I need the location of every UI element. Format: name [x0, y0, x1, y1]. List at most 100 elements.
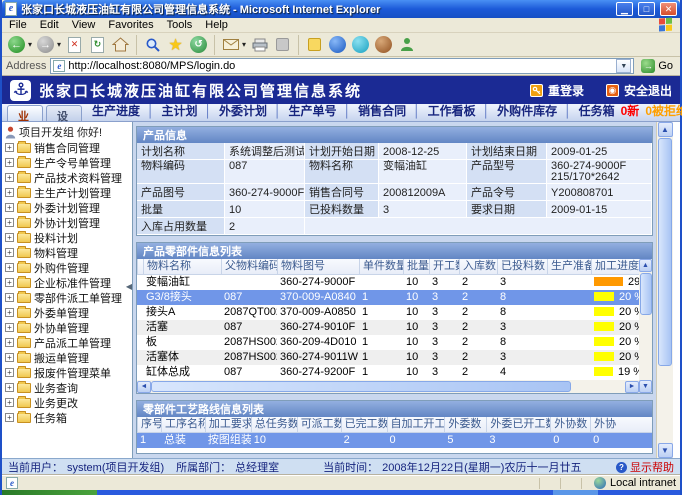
parts-vertical-scrollbar[interactable]: ▲▼ [639, 259, 652, 393]
sidebar-item-task-box[interactable]: +任务箱 [5, 410, 132, 425]
expand-icon[interactable]: + [5, 188, 14, 197]
stop-icon[interactable]: ✕ [65, 35, 84, 54]
mail-dropdown-icon[interactable]: ▾ [242, 40, 246, 49]
sidebar-item-purchased-parts[interactable]: +外购件管理 [5, 260, 132, 275]
address-dropdown-icon[interactable]: ▼ [616, 59, 631, 73]
sidebar-item-parts-dispatch[interactable]: +零部件派工单管理 [5, 290, 132, 305]
start-button-sliver[interactable] [2, 490, 97, 495]
print-icon[interactable] [250, 35, 269, 54]
sidebar-item-scrap-mgmt[interactable]: +报废件管理菜单 [5, 365, 132, 380]
sidebar-item-business-change[interactable]: +业务更改 [5, 395, 132, 410]
nav-production-order[interactable]: 生产单号 [289, 102, 359, 119]
address-input[interactable]: e http://localhost:8080/MPS/login.do ▼ [50, 58, 634, 74]
page-scroll-up-icon[interactable]: ▲ [658, 122, 673, 137]
sidebar-item-assist-order[interactable]: +外协单管理 [5, 320, 132, 335]
back-dropdown-icon[interactable]: ▾ [28, 40, 32, 49]
relogin-button[interactable]: 重登录 [530, 82, 584, 99]
back-icon[interactable]: ← [7, 35, 26, 54]
home-icon[interactable] [111, 35, 130, 54]
sidebar-item-sales-contract[interactable]: +销售合同管理 [5, 140, 132, 155]
logout-button[interactable]: ◉ 安全退出 [606, 82, 672, 99]
nav-sales-contract[interactable]: 销售合同 [358, 102, 428, 119]
messenger-icon[interactable] [397, 35, 416, 54]
menu-file[interactable]: File [9, 19, 27, 31]
sidebar-item-product-dispatch[interactable]: +产品派工单管理 [5, 335, 132, 350]
research-icon[interactable] [374, 35, 393, 54]
expand-icon[interactable]: + [5, 338, 14, 347]
page-scroll-down-icon[interactable]: ▼ [658, 443, 673, 458]
expand-icon[interactable]: + [5, 293, 14, 302]
parts-row[interactable]: 活塞体2087HS002360-274-9011W11032320 % [137, 350, 639, 365]
scroll-down-icon[interactable]: ▼ [639, 380, 652, 393]
minimize-button[interactable]: ▁ [616, 2, 633, 16]
parts-row[interactable]: 接头A2087QT002370-009-A085011032820 % [137, 305, 639, 320]
nav-production-progress[interactable]: 生产进度 [92, 102, 162, 119]
notes-icon[interactable] [305, 35, 324, 54]
forward-icon[interactable]: → [36, 35, 55, 54]
forward-dropdown-icon[interactable]: ▾ [57, 40, 61, 49]
scroll-left-icon[interactable]: ◄ [137, 381, 151, 393]
expand-icon[interactable]: + [5, 173, 14, 182]
menu-view[interactable]: View [72, 19, 96, 31]
sidebar-item-assist-plan[interactable]: +外协计划管理 [5, 215, 132, 230]
sidebar-item-feeding-plan[interactable]: +投料计划 [5, 230, 132, 245]
mail-icon[interactable] [221, 35, 240, 54]
maximize-button[interactable]: □ [638, 2, 655, 16]
expand-icon[interactable]: + [5, 278, 14, 287]
menu-edit[interactable]: Edit [40, 19, 59, 31]
sidebar-item-order-number[interactable]: +生产令号单管理 [5, 155, 132, 170]
parts-row[interactable]: 变幅油缸360-274-9000F1032329 % [137, 275, 639, 290]
expand-icon[interactable]: + [5, 413, 14, 422]
expand-icon[interactable]: + [5, 368, 14, 377]
history-icon[interactable]: ↺ [189, 35, 208, 54]
expand-icon[interactable]: + [5, 158, 14, 167]
nav-outsourcing-plan[interactable]: 外委计划 [219, 102, 289, 119]
edit-icon[interactable] [273, 35, 292, 54]
sidebar-item-outsourcing-order[interactable]: +外委单管理 [5, 305, 132, 320]
expand-icon[interactable]: + [5, 383, 14, 392]
sidebar-item-standard-parts[interactable]: +企业标准件管理 [5, 275, 132, 290]
nav-task-box[interactable]: 任务箱 [579, 102, 615, 119]
parts-row-selected[interactable]: G3/8接头087370-009-A084011032820 % [137, 290, 639, 305]
sidebar-item-transport-order[interactable]: +搬运单管理 [5, 350, 132, 365]
go-button[interactable]: → Go [638, 59, 676, 73]
tab-settings[interactable]: 设 置 [46, 105, 82, 121]
menu-help[interactable]: Help [205, 19, 228, 31]
media-icon[interactable] [351, 35, 370, 54]
expand-icon[interactable]: + [5, 203, 14, 212]
nav-master-plan[interactable]: 主计划 [162, 102, 220, 119]
sidebar-item-tech-data[interactable]: +产品技术资料管理 [5, 170, 132, 185]
expand-icon[interactable]: + [5, 353, 14, 362]
nav-work-board[interactable]: 工作看板 [428, 102, 498, 119]
scroll-up-icon[interactable]: ▲ [639, 259, 652, 272]
favorites-icon[interactable]: ★ [166, 35, 185, 54]
expand-icon[interactable]: + [5, 143, 14, 152]
show-help-button[interactable]: ? 显示帮助 [616, 459, 674, 475]
page-vertical-scrollbar[interactable]: ▲ ▼ [656, 122, 673, 458]
parts-row[interactable]: 缸体总成087360-274-9200F11032419 % [137, 365, 639, 380]
msn-icon[interactable] [328, 35, 347, 54]
sidebar-item-master-production-plan[interactable]: +主生产计划管理 [5, 185, 132, 200]
expand-icon[interactable]: + [5, 308, 14, 317]
parts-row[interactable]: 板2087HS002360-209-4D01011032820 % [137, 335, 639, 350]
expand-icon[interactable]: + [5, 398, 14, 407]
menu-favorites[interactable]: Favorites [108, 19, 153, 31]
expand-icon[interactable]: + [5, 263, 14, 272]
menu-tools[interactable]: Tools [167, 19, 193, 31]
expand-icon[interactable]: + [5, 323, 14, 332]
close-button[interactable]: ✕ [660, 2, 677, 16]
scroll-right-icon[interactable]: ► [625, 381, 639, 393]
search-icon[interactable] [143, 35, 162, 54]
refresh-icon[interactable]: ↻ [88, 35, 107, 54]
sidebar-item-material-mgmt[interactable]: +物料管理 [5, 245, 132, 260]
sidebar-collapse-arrow[interactable]: ◀ [126, 282, 132, 291]
expand-icon[interactable]: + [5, 248, 14, 257]
route-row-selected[interactable]: 1总装按图组装10205300 [137, 433, 652, 448]
parts-row[interactable]: 活塞087360-274-9010F11032320 % [137, 320, 639, 335]
expand-icon[interactable]: + [5, 233, 14, 242]
tab-business[interactable]: 业 务 [7, 105, 43, 121]
sidebar-item-outsourcing-plan[interactable]: +外委计划管理 [5, 200, 132, 215]
parts-horizontal-scrollbar[interactable]: ◄► [137, 380, 639, 393]
sidebar-item-business-query[interactable]: +业务查询 [5, 380, 132, 395]
expand-icon[interactable]: + [5, 218, 14, 227]
